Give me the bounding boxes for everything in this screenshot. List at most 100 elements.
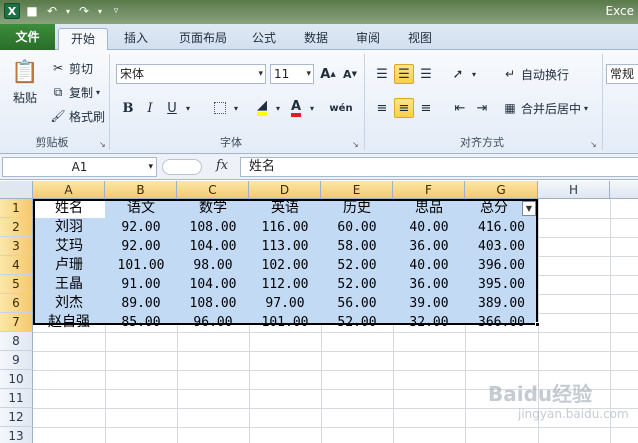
fill-color-button[interactable]: ◢ [252,98,272,118]
underline-button[interactable]: U [162,98,182,118]
table-cell[interactable]: 108.00 [177,294,249,313]
redo-icon[interactable]: ↷ [76,3,92,19]
table-cell[interactable]: 总分 [465,199,523,218]
align-bottom-button[interactable]: ☰ [416,64,436,84]
table-cell[interactable]: 58.00 [321,237,393,256]
table-cell[interactable]: 52.00 [321,256,393,275]
table-cell[interactable]: 89.00 [105,294,177,313]
table-cell[interactable]: 91.00 [105,275,177,294]
shrink-font-button[interactable]: A ▼ [340,64,360,84]
row-header[interactable]: 4 [0,256,33,275]
table-cell[interactable]: 36.00 [393,237,465,256]
table-cell[interactable]: 116.00 [249,218,321,237]
excel-logo-icon[interactable]: X [4,3,20,19]
row-header[interactable]: 11 [0,389,33,408]
worksheet-grid[interactable]: A B C D E F G H 1 2 3 4 5 6 7 8 9 10 11 … [0,181,638,443]
fill-color-dropdown-icon[interactable]: ▾ [272,98,284,118]
table-cell[interactable]: 刘羽 [33,218,105,237]
phonetic-guide-button[interactable]: wén [328,98,354,118]
row-header[interactable]: 10 [0,370,33,389]
row-header[interactable]: 3 [0,237,33,256]
tab-page-layout[interactable]: 页面布局 [170,28,236,50]
table-cell[interactable]: 104.00 [177,237,249,256]
insert-function-icon[interactable]: fx [216,158,228,173]
row-header[interactable]: 1 [0,199,33,218]
table-cell[interactable]: 56.00 [321,294,393,313]
column-header-c[interactable]: C [177,181,249,199]
wrap-text-button[interactable]: ↵ 自动换行 [502,64,569,84]
orientation-button[interactable]: ➚ [448,64,468,84]
orientation-dropdown-icon[interactable]: ▾ [468,64,480,84]
table-cell[interactable]: 366.00 [465,313,538,332]
font-color-dropdown-icon[interactable]: ▾ [306,98,318,118]
undo-dropdown-icon[interactable]: ▾ [64,3,72,19]
table-cell[interactable]: 32.00 [393,313,465,332]
tab-view[interactable]: 视图 [400,28,440,50]
table-cell[interactable]: 102.00 [249,256,321,275]
row-header[interactable]: 9 [0,351,33,370]
table-cell[interactable]: 英语 [249,199,321,218]
table-cell[interactable]: 王晶 [33,275,105,294]
table-cell[interactable]: 101.00 [105,256,177,275]
table-cell[interactable]: 92.00 [105,218,177,237]
table-cell[interactable]: 112.00 [249,275,321,294]
paste-button[interactable]: 📋 粘贴 [8,58,42,114]
table-cell[interactable]: 卢珊 [33,256,105,275]
alignment-launcher-icon[interactable]: ↘ [590,140,597,149]
table-cell[interactable]: 108.00 [177,218,249,237]
font-launcher-icon[interactable]: ↘ [352,140,359,149]
table-cell[interactable]: 85.00 [105,313,177,332]
table-cell[interactable]: 403.00 [465,237,538,256]
borders-dropdown-icon[interactable]: ▾ [230,98,242,118]
italic-button[interactable]: I [140,98,160,118]
column-header-i[interactable] [610,181,638,199]
tab-data[interactable]: 数据 [296,28,336,50]
undo-icon[interactable]: ↶ [44,3,60,19]
table-cell[interactable]: 36.00 [393,275,465,294]
table-cell[interactable]: 艾玛 [33,237,105,256]
table-cell[interactable]: 40.00 [393,256,465,275]
align-top-button[interactable]: ☰ [372,64,392,84]
formula-bar-resize-handle[interactable] [162,159,202,175]
customize-qat-icon[interactable]: ▿ [108,3,124,19]
table-cell[interactable]: 104.00 [177,275,249,294]
table-cell[interactable]: 113.00 [249,237,321,256]
merge-center-button[interactable]: ▦ 合并后居中 ▾ [502,98,588,118]
align-right-button[interactable]: ≡ [416,98,436,118]
bold-button[interactable]: B [118,98,138,118]
column-header-f[interactable]: F [393,181,465,199]
row-header[interactable]: 2 [0,218,33,237]
table-cell[interactable]: 92.00 [105,237,177,256]
formula-input[interactable]: 姓名 [240,157,638,177]
align-center-button[interactable]: ≡ [394,98,414,118]
column-header-g[interactable]: G [465,181,538,199]
number-format-combo[interactable]: 常规 [606,64,638,84]
table-cell[interactable]: 姓名 [33,199,105,218]
table-cell[interactable]: 语文 [105,199,177,218]
table-cell[interactable]: 历史 [321,199,393,218]
table-cell[interactable]: 98.00 [177,256,249,275]
table-cell[interactable]: 数学 [177,199,249,218]
redo-dropdown-icon[interactable]: ▾ [96,3,104,19]
row-header[interactable]: 7 [0,313,33,332]
underline-dropdown-icon[interactable]: ▾ [182,98,194,118]
copy-button[interactable]: ⧉ 复制 ▾ [50,82,100,102]
row-header[interactable]: 12 [0,408,33,427]
tab-formulas[interactable]: 公式 [244,28,284,50]
format-painter-button[interactable]: 🖌 格式刷 [50,106,105,126]
decrease-indent-button[interactable]: ⇤ [450,98,470,118]
table-cell[interactable]: 60.00 [321,218,393,237]
table-cell[interactable]: 39.00 [393,294,465,313]
column-header-b[interactable]: B [105,181,177,199]
table-cell[interactable]: 思品 [393,199,465,218]
row-header[interactable]: 6 [0,294,33,313]
tab-insert[interactable]: 插入 [114,28,158,50]
table-cell[interactable]: 96.00 [177,313,249,332]
grow-font-button[interactable]: A ▲ [318,64,338,84]
font-name-combo[interactable]: 宋体 ▾ [116,64,266,84]
row-header[interactable]: 8 [0,332,33,351]
filter-dropdown-icon[interactable]: ▼ [522,201,536,216]
row-header[interactable]: 13 [0,427,33,443]
table-cell[interactable]: 刘杰 [33,294,105,313]
table-cell[interactable]: 101.00 [249,313,321,332]
